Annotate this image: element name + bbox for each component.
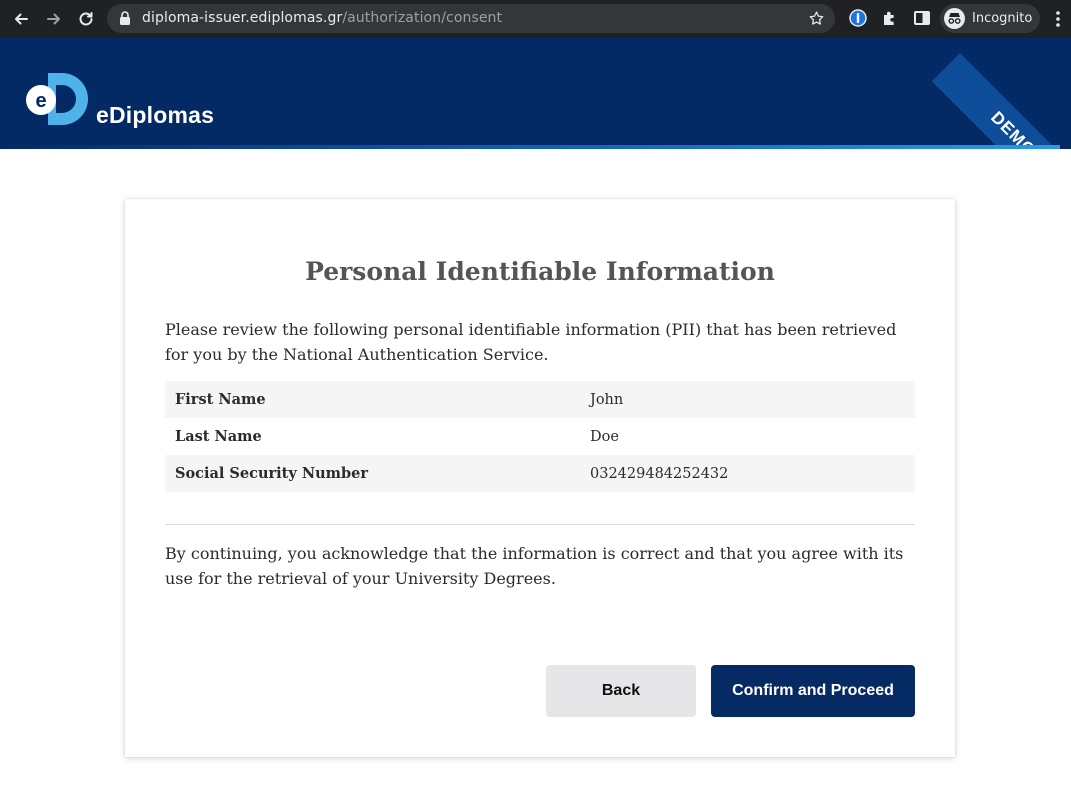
first-name-value: John bbox=[590, 391, 624, 408]
more-menu-icon[interactable] bbox=[1050, 9, 1066, 29]
last-name-value: Doe bbox=[590, 428, 619, 445]
demo-ribbon: DEMO bbox=[931, 53, 1071, 149]
star-icon[interactable] bbox=[808, 10, 825, 27]
back-button[interactable]: Back bbox=[546, 665, 696, 717]
back-arrow-icon[interactable] bbox=[9, 7, 33, 31]
page-title: Personal Identifiable Information bbox=[305, 257, 775, 286]
url-host: diploma-issuer.ediplomas.gr bbox=[142, 10, 343, 26]
consent-text: By continuing, you acknowledge that the … bbox=[165, 544, 904, 588]
header-accent-line bbox=[0, 145, 1060, 149]
forward-arrow-icon[interactable] bbox=[42, 7, 66, 31]
browser-toolbar: diploma-issuer.ediplomas.gr/authorizatio… bbox=[0, 0, 1071, 38]
intro-text: Please review the following personal ide… bbox=[165, 320, 897, 364]
divider bbox=[165, 524, 915, 525]
ediplomas-logo-icon[interactable]: e bbox=[26, 73, 90, 125]
address-bar[interactable]: diploma-issuer.ediplomas.gr/authorizatio… bbox=[107, 4, 835, 33]
extensions-icon[interactable] bbox=[881, 9, 899, 27]
last-name-label: Last Name bbox=[175, 428, 262, 445]
url-path: /authorization/consent bbox=[342, 10, 503, 26]
side-panel-icon[interactable] bbox=[913, 9, 931, 27]
confirm-and-proceed-button[interactable]: Confirm and Proceed bbox=[711, 665, 915, 717]
lock-icon[interactable] bbox=[119, 11, 131, 25]
ssn-label: Social Security Number bbox=[175, 465, 368, 482]
url-text: diploma-issuer.ediplomas.gr/authorizatio… bbox=[142, 10, 502, 26]
password-manager-icon[interactable] bbox=[849, 9, 867, 27]
incognito-badge[interactable]: Incognito bbox=[940, 4, 1040, 33]
first-name-label: First Name bbox=[175, 391, 266, 408]
svg-text:e: e bbox=[35, 90, 46, 112]
demo-label: DEMO bbox=[987, 107, 1040, 149]
pii-table: First Name John Last Name Doe Social Sec… bbox=[165, 381, 915, 492]
site-header: e eDiplomas DEMO bbox=[0, 38, 1071, 149]
table-row: First Name John bbox=[165, 381, 915, 418]
table-row: Last Name Doe bbox=[165, 418, 915, 455]
incognito-icon bbox=[944, 8, 965, 29]
pii-consent-card: Personal Identifiable Information Please… bbox=[125, 199, 955, 757]
incognito-label: Incognito bbox=[972, 11, 1033, 26]
logo-text: eDiplomas bbox=[96, 102, 215, 128]
ssn-value: 032429484252432 bbox=[590, 465, 729, 482]
table-row: Social Security Number 032429484252432 bbox=[165, 455, 915, 492]
reload-icon[interactable] bbox=[74, 7, 98, 31]
